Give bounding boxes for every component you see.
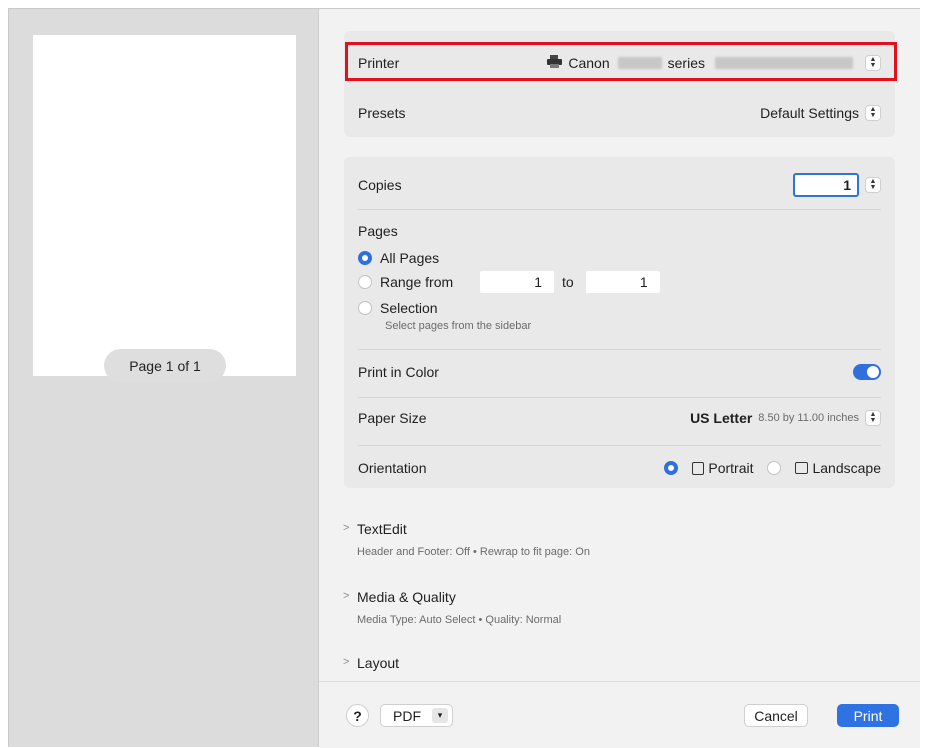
pdf-button[interactable]: PDF ▾ — [380, 704, 453, 727]
selection-label: Selection — [380, 300, 438, 316]
copies-row: Copies 1 ▲ ▼ — [358, 170, 881, 200]
printer-label: Printer — [358, 55, 400, 71]
media-quality-section[interactable]: > Media & Quality Media Type: Auto Selec… — [343, 589, 562, 626]
dialog-footer: ? PDF ▾ Cancel Print — [319, 681, 920, 748]
orientation-row: Orientation Portrait Landscape — [358, 453, 881, 483]
printer-icon — [547, 55, 563, 71]
section-description: Media Type: Auto Select • Quality: Norma… — [357, 614, 562, 626]
settings-pane: Printer Canon series ▲ ▼ Presets Default … — [319, 9, 920, 681]
section-description: Header and Footer: Off • Rewrap to fit p… — [357, 546, 590, 558]
divider — [358, 445, 881, 446]
paper-size-value: US Letter — [690, 410, 753, 426]
all-pages-option[interactable]: All Pages — [358, 247, 881, 269]
help-button[interactable]: ? — [346, 704, 369, 727]
section-title: Layout — [357, 655, 400, 671]
portrait-radio[interactable] — [664, 461, 679, 475]
page-preview: Page 1 of 1 — [33, 35, 296, 382]
chevron-right-icon: > — [343, 656, 350, 668]
chevron-down-icon[interactable]: ▾ — [432, 708, 448, 723]
selection-option[interactable]: Selection — [358, 297, 881, 319]
printer-series: series — [667, 55, 705, 71]
printer-name: Canon — [568, 55, 610, 71]
printer-row[interactable]: Printer Canon series ▲ ▼ — [358, 48, 881, 78]
printer-model-redacted — [617, 57, 662, 69]
range-start-input[interactable]: 1 — [480, 271, 554, 293]
range-radio[interactable] — [358, 275, 372, 289]
print-in-color-toggle[interactable] — [853, 364, 881, 380]
section-title: Media & Quality — [357, 589, 456, 605]
selection-hint-row: Select pages from the sidebar — [385, 319, 881, 333]
preview-pane: Page 1 of 1 — [9, 9, 319, 747]
layout-section[interactable]: > Layout — [343, 655, 400, 671]
divider — [358, 209, 881, 210]
textedit-section[interactable]: > TextEdit Header and Footer: Off • Rewr… — [343, 521, 590, 558]
presets-stepper-icon[interactable]: ▲ ▼ — [865, 105, 881, 121]
paper-size-label: Paper Size — [358, 410, 427, 426]
landscape-radio[interactable] — [767, 461, 782, 475]
paper-size-stepper-icon[interactable]: ▲ ▼ — [865, 410, 881, 426]
print-dialog: Page 1 of 1 Printer Canon series ▲ ▼ Pres… — [8, 8, 920, 748]
paper-size-dimensions: 8.50 by 11.00 inches — [758, 412, 859, 424]
divider — [358, 397, 881, 398]
presets-value: Default Settings — [760, 105, 859, 121]
all-pages-radio[interactable] — [358, 251, 372, 265]
presets-label: Presets — [358, 105, 406, 121]
range-end-input[interactable]: 1 — [585, 271, 660, 293]
orientation-label: Orientation — [358, 460, 427, 476]
portrait-label[interactable]: Portrait — [708, 460, 753, 476]
section-title: TextEdit — [357, 521, 407, 537]
copies-input[interactable]: 1 — [793, 173, 859, 197]
copies-stepper-icon[interactable]: ▲ ▼ — [865, 177, 881, 193]
range-to-label: to — [562, 274, 574, 290]
all-pages-label: All Pages — [380, 250, 440, 266]
cancel-button[interactable]: Cancel — [744, 704, 808, 727]
divider — [358, 349, 881, 350]
printer-card: Printer Canon series ▲ ▼ Presets Default … — [344, 31, 897, 137]
range-option[interactable]: Range from 1 to 1 — [358, 270, 881, 294]
chevron-right-icon: > — [343, 522, 350, 534]
presets-row[interactable]: Presets Default Settings ▲ ▼ — [358, 98, 881, 128]
copies-label: Copies — [358, 177, 402, 193]
chevron-right-icon: > — [343, 590, 350, 602]
printer-stepper-icon[interactable]: ▲ ▼ — [865, 55, 881, 71]
pages-row: Pages — [358, 219, 881, 243]
page-indicator: Page 1 of 1 — [104, 349, 226, 382]
print-button[interactable]: Print — [837, 704, 899, 727]
print-in-color-label: Print in Color — [358, 364, 439, 380]
landscape-label[interactable]: Landscape — [812, 460, 881, 476]
landscape-icon — [795, 462, 809, 474]
selection-hint: Select pages from the sidebar — [385, 320, 532, 332]
pages-label: Pages — [358, 223, 398, 239]
printer-address-redacted — [715, 57, 853, 69]
print-options-card: Copies 1 ▲ ▼ Pages All Pages Range from 1… — [344, 157, 895, 488]
pdf-label: PDF — [393, 707, 421, 724]
paper-size-row[interactable]: Paper Size US Letter 8.50 by 11.00 inche… — [358, 403, 881, 433]
print-in-color-row: Print in Color — [358, 357, 881, 387]
portrait-icon — [692, 461, 705, 475]
range-from-label: Range from — [380, 274, 454, 290]
selection-radio[interactable] — [358, 301, 372, 315]
